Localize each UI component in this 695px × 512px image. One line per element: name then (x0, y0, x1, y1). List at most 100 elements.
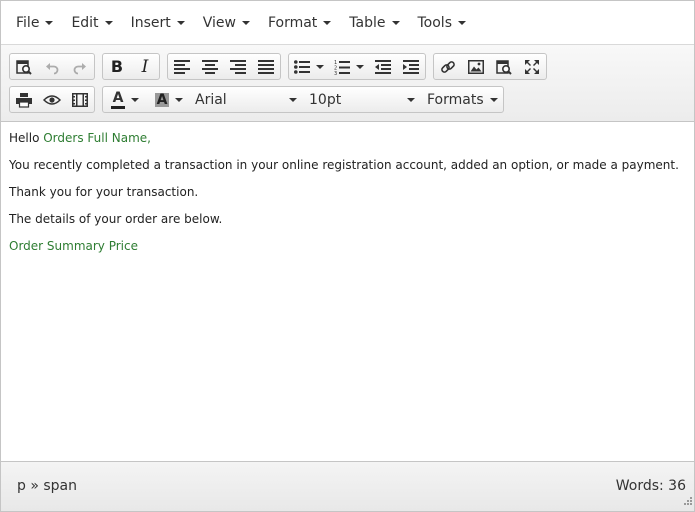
link-button[interactable] (434, 54, 462, 79)
body-paragraph-1: You recently completed a transaction in … (9, 158, 679, 172)
font-group: A A Arial 10pt Formats (102, 86, 504, 113)
toolbar-row-2: A A Arial 10pt Formats (9, 86, 511, 113)
highlight-color-button[interactable]: A (147, 87, 191, 112)
align-left-button[interactable] (168, 54, 196, 79)
redo-button[interactable] (66, 54, 94, 79)
caret-down-icon (176, 20, 185, 25)
rich-text-editor: File Edit Insert View Format Table Tools (0, 0, 695, 512)
redo-icon (72, 59, 88, 75)
history-group (9, 53, 95, 80)
caret-down-icon (131, 97, 139, 102)
font-family-value: Arial (195, 91, 227, 108)
menubar: File Edit Insert View Format Table Tools (1, 1, 694, 45)
caret-down-icon (45, 20, 54, 25)
caret-down-icon (241, 20, 250, 25)
find-replace-icon (16, 59, 32, 75)
caret-down-icon (356, 64, 364, 69)
view-button[interactable] (38, 87, 66, 112)
align-left-icon (174, 59, 190, 74)
align-center-icon (202, 59, 218, 74)
bullet-list-icon (294, 59, 310, 74)
formats-label: Formats (427, 91, 484, 108)
outdent-icon (375, 59, 391, 74)
menu-view[interactable]: View (194, 8, 259, 38)
font-size-value: 10pt (309, 91, 342, 108)
statusbar: p » span Words: 36 (1, 461, 694, 511)
find-replace-button[interactable] (10, 54, 38, 79)
toolbar: B I 1 2 3 A A Arial 10pt Formats (1, 45, 694, 122)
caret-down-icon (489, 97, 498, 102)
greeting-paragraph: Hello Orders Full Name, (9, 131, 686, 146)
image-button[interactable] (462, 54, 490, 79)
alignment-group (167, 53, 281, 80)
body-paragraph-2: Thank you for your transaction. (9, 185, 199, 199)
fullscreen-button[interactable] (518, 54, 546, 79)
justify-icon (258, 59, 274, 74)
insert-group (433, 53, 547, 80)
formats-select[interactable]: Formats (423, 87, 503, 112)
highlight-color-icon: A (154, 91, 170, 108)
preview-button[interactable] (490, 54, 518, 79)
menu-insert[interactable]: Insert (122, 8, 194, 38)
menu-label: View (202, 14, 236, 31)
menu-label: Table (349, 14, 386, 31)
menu-edit[interactable]: Edit (62, 8, 121, 38)
media-icon (72, 92, 88, 107)
image-icon (468, 59, 484, 74)
numbered-list-icon: 123 (334, 59, 350, 75)
editor-content[interactable]: Hello Orders Full Name, You recently com… (1, 122, 694, 461)
greeting-text: Hello (9, 131, 44, 145)
caret-down-icon (391, 20, 400, 25)
align-right-icon (230, 59, 246, 74)
toolbar-row-1: B I 1 2 3 (9, 53, 554, 80)
text-color-icon: A (111, 91, 125, 109)
caret-down-icon (323, 20, 332, 25)
align-right-button[interactable] (224, 54, 252, 79)
indent-button[interactable] (397, 54, 425, 79)
caret-down-icon (289, 97, 297, 102)
merge-field-order-summary: Order Summary Price (9, 239, 138, 253)
undo-button[interactable] (38, 54, 66, 79)
preview-icon (496, 59, 512, 75)
menu-label: File (16, 14, 40, 31)
eye-icon (43, 94, 61, 106)
numbered-list-button[interactable]: 123 (329, 54, 369, 79)
menu-tools[interactable]: Tools (409, 8, 476, 38)
resize-handle-icon[interactable] (682, 493, 692, 509)
bullet-list-button[interactable] (289, 54, 329, 79)
font-family-select[interactable]: Arial (191, 87, 305, 112)
print-button[interactable] (10, 87, 38, 112)
menu-file[interactable]: File (7, 8, 62, 38)
element-path[interactable]: p » span (17, 478, 77, 494)
menu-label: Tools (417, 14, 453, 31)
italic-button[interactable]: I (131, 54, 159, 79)
caret-down-icon (175, 97, 184, 102)
print-icon (16, 92, 32, 108)
menu-format[interactable]: Format (259, 8, 340, 38)
undo-icon (44, 59, 60, 75)
merge-field-full-name: Orders Full Name, (43, 131, 151, 145)
outdent-button[interactable] (369, 54, 397, 79)
menu-label: Insert (130, 14, 171, 31)
caret-down-icon (407, 97, 415, 102)
indent-icon (403, 59, 419, 74)
summary-paragraph: Order Summary Price (9, 239, 686, 254)
italic-icon: I (141, 56, 149, 77)
body-paragraph-3: The details of your order are below. (9, 212, 223, 226)
svg-text:3: 3 (334, 71, 337, 75)
bold-icon: B (110, 57, 124, 76)
caret-down-icon (316, 64, 324, 69)
word-count: Words: 36 (615, 478, 686, 494)
text-color-button[interactable]: A (103, 87, 147, 112)
media-button[interactable] (66, 87, 94, 112)
align-center-button[interactable] (196, 54, 224, 79)
link-icon (440, 59, 456, 75)
font-size-select[interactable]: 10pt (305, 87, 423, 112)
caret-down-icon (104, 20, 113, 25)
justify-button[interactable] (252, 54, 280, 79)
menu-table[interactable]: Table (340, 8, 408, 38)
bold-button[interactable]: B (103, 54, 131, 79)
fullscreen-icon (524, 59, 540, 75)
menu-label: Format (267, 14, 318, 31)
menu-label: Edit (71, 14, 99, 31)
